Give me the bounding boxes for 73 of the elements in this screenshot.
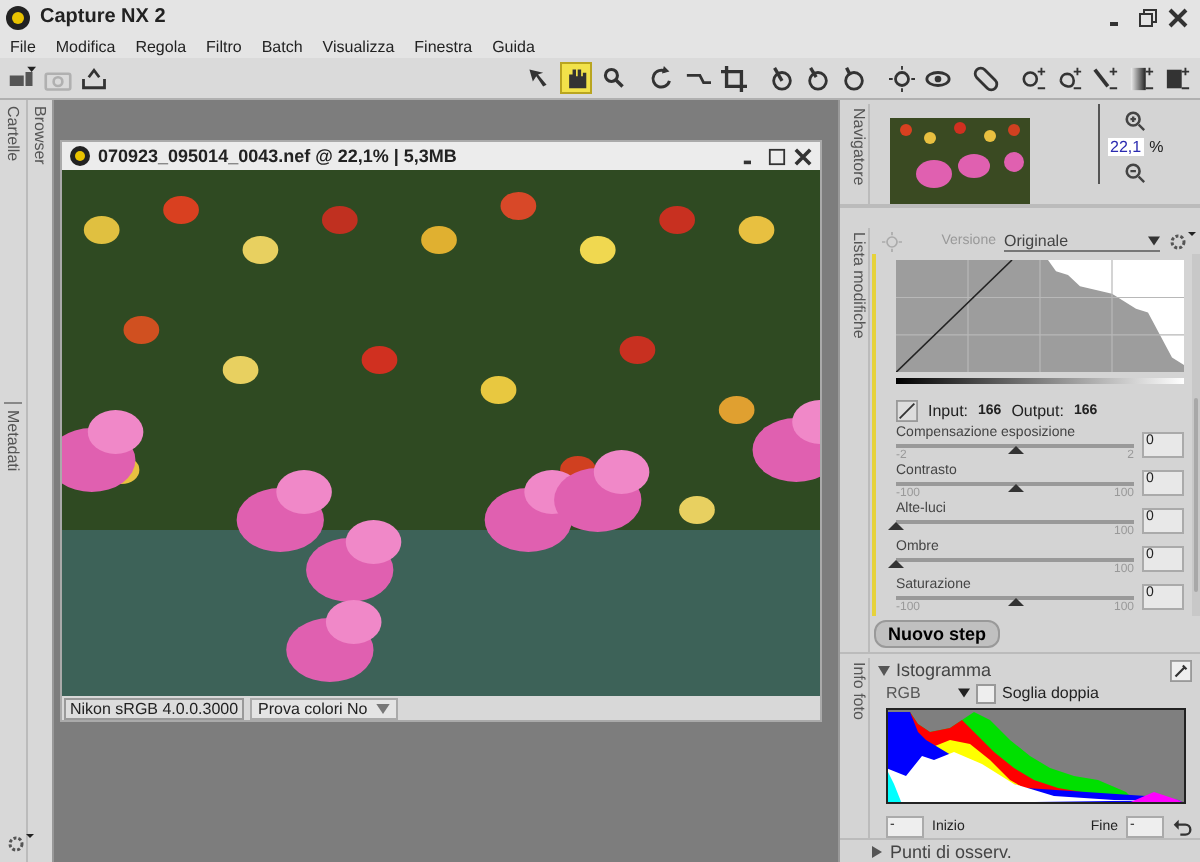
settings-icon[interactable] (1168, 229, 1196, 253)
input-label: Input: (928, 402, 969, 420)
rotate-icon[interactable] (648, 65, 676, 91)
gradient-add-icon[interactable] (1128, 65, 1156, 91)
device-icon[interactable] (8, 65, 36, 91)
menu-item[interactable]: Batch (261, 37, 303, 55)
menu-item[interactable]: Visualizza (322, 37, 395, 55)
eyedropper-icon[interactable] (804, 65, 832, 91)
slider-thumb[interactable] (888, 560, 904, 568)
zoom-in-icon[interactable] (1124, 110, 1147, 132)
eye-icon[interactable] (924, 65, 952, 91)
version-dropdown[interactable]: Originale (1004, 231, 1160, 251)
caret-icon (958, 688, 970, 698)
menu-item[interactable]: File (10, 37, 36, 55)
edit-list-tab[interactable]: Lista modifiche (844, 228, 870, 652)
scrollbar[interactable] (1192, 254, 1200, 616)
settings-icon[interactable] (5, 832, 33, 857)
histogram-title: Istogramma (896, 660, 992, 680)
channel-dropdown[interactable]: RGB (886, 684, 970, 702)
dual-threshold-label: Soglia doppia (1002, 684, 1099, 702)
soft-proof-dropdown[interactable]: Prova colori No (250, 697, 398, 719)
reset-icon[interactable] (1172, 817, 1192, 837)
checkbox[interactable] (976, 683, 996, 703)
arrow-tool[interactable] (524, 64, 552, 92)
menu-item[interactable]: Guida (492, 37, 535, 55)
output-label: Output: (1011, 402, 1064, 420)
watch-points-title: Punti di osserv. (890, 841, 1012, 861)
zoom-field[interactable]: 22,1 (1108, 138, 1144, 156)
metadata-tab[interactable]: Metadati (4, 401, 22, 478)
bandage-icon[interactable] (972, 65, 1000, 91)
lasso-add-icon[interactable] (1056, 65, 1084, 91)
sun-icon[interactable] (888, 65, 916, 91)
folders-tab[interactable]: Cartelle (4, 100, 22, 168)
eyedropper-icon[interactable] (768, 65, 796, 91)
fill-add-icon[interactable] (1164, 65, 1192, 91)
menu-item[interactable]: Regola (135, 37, 187, 55)
new-step-button[interactable]: Nuovo step (874, 620, 1001, 648)
navigator-tab[interactable]: Navigatore (844, 104, 870, 204)
caret-icon (1148, 235, 1160, 245)
slider-thumb[interactable] (1007, 446, 1023, 454)
slider-thumb[interactable] (1007, 484, 1023, 492)
slider-thumb[interactable] (888, 522, 904, 530)
zoom-tool[interactable] (600, 64, 628, 92)
info-tab[interactable]: Info foto (844, 658, 870, 838)
color-profile-label: Nikon sRGB 4.0.0.3000 (64, 697, 245, 719)
thumbnail-photo-drawing (890, 118, 1030, 204)
close-icon[interactable] (794, 147, 812, 165)
caret-icon (375, 703, 390, 713)
curve-tool-icon[interactable] (896, 400, 918, 422)
eyedropper-icon[interactable] (840, 65, 868, 91)
hand-tool[interactable] (560, 62, 592, 94)
tray-icon[interactable] (80, 65, 108, 91)
expand-triangle-icon[interactable] (878, 665, 890, 675)
close-icon[interactable] (1168, 7, 1188, 27)
document-title: 070923_095014_0043.nef @ 22,1% | 5,3MB (98, 146, 457, 166)
zoom-out-icon[interactable] (1124, 162, 1147, 184)
app-logo-icon (70, 146, 90, 166)
eyedropper-icon[interactable] (1170, 659, 1192, 681)
menu-item[interactable]: Finestra (414, 37, 473, 55)
control-point-add-icon[interactable] (1020, 65, 1048, 91)
restore-icon[interactable] (1138, 7, 1158, 27)
zoom-unit-label: % (1149, 138, 1164, 156)
maximize-icon[interactable] (768, 147, 786, 165)
app-logo-icon (6, 5, 30, 29)
slider-thumb[interactable] (1007, 598, 1023, 606)
window-title: Capture NX 2 (40, 6, 166, 28)
menu-item[interactable]: Filtro (206, 37, 242, 55)
menu-item[interactable]: Modifica (55, 37, 116, 55)
browser-tab[interactable]: Browser (31, 100, 49, 171)
sun-icon (882, 231, 902, 251)
expand-triangle-icon[interactable] (872, 845, 882, 857)
brush-add-icon[interactable] (1092, 65, 1120, 91)
crop-icon[interactable] (720, 65, 748, 91)
